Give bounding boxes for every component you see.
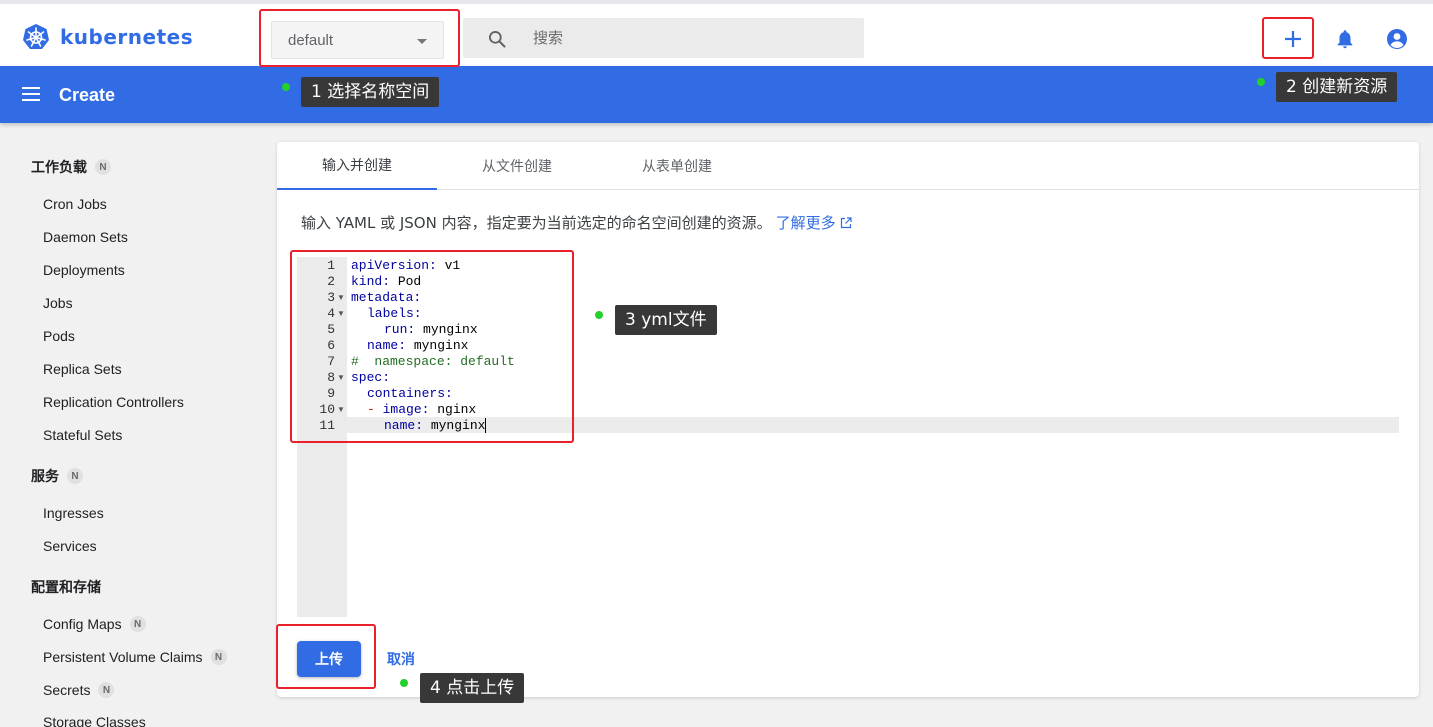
sidebar-item-replication-controllers[interactable]: Replication Controllers xyxy=(43,394,184,410)
search-icon xyxy=(489,31,506,48)
sidebar-category-workloads[interactable]: 工作负载 N xyxy=(31,157,111,177)
sidebar-item-label: Jobs xyxy=(43,295,73,311)
bell-icon xyxy=(1337,30,1353,49)
sidebar-item-services[interactable]: Services xyxy=(43,538,97,554)
sidebar-category-label: 服务 xyxy=(31,469,59,485)
sidebar-item-label: Deployments xyxy=(43,262,125,278)
description-text: 输入 YAML 或 JSON 内容，指定要为当前选定的命名空间创建的资源。 xyxy=(301,214,772,232)
learn-more-link[interactable]: 了解更多 xyxy=(776,212,836,233)
annotation-box-upload xyxy=(276,624,376,689)
annotation-dot xyxy=(282,83,290,91)
hamburger-menu-icon[interactable] xyxy=(22,87,40,101)
sidebar-item-label: Storage Classes xyxy=(43,714,146,727)
namespaced-badge: N xyxy=(67,468,83,484)
sidebar-item-stateful-sets[interactable]: Stateful Sets xyxy=(43,427,122,443)
notifications-button[interactable] xyxy=(1333,27,1357,51)
sidebar-item-deployments[interactable]: Deployments xyxy=(43,262,125,278)
namespaced-badge: N xyxy=(95,159,111,175)
sidebar-category-label: 工作负载 xyxy=(31,160,87,176)
annotation-box-create xyxy=(1262,17,1314,59)
tab-create-from-input[interactable]: 输入并创建 xyxy=(277,142,437,190)
account-button[interactable] xyxy=(1385,27,1409,51)
sidebar-item-label: Cron Jobs xyxy=(43,196,107,212)
sidebar-category-services[interactable]: 服务 N xyxy=(31,466,83,486)
namespaced-badge: N xyxy=(129,616,146,632)
sidebar: 工作负载 N Cron Jobs Daemon Sets Deployments… xyxy=(0,123,262,727)
namespaced-badge: N xyxy=(210,649,227,665)
sidebar-item-cron-jobs[interactable]: Cron Jobs xyxy=(43,196,107,212)
annotation-step-3: 3 yml文件 xyxy=(615,305,717,335)
page-title: Create xyxy=(59,85,116,105)
annotation-dot xyxy=(400,679,408,687)
search-box xyxy=(463,18,864,58)
sidebar-item-pods[interactable]: Pods xyxy=(43,328,75,344)
annotation-box-namespace xyxy=(259,9,460,67)
sidebar-item-label: Stateful Sets xyxy=(43,427,123,443)
sidebar-item-label: Config Maps xyxy=(43,616,122,632)
annotation-dot xyxy=(595,311,603,319)
tab-create-from-form[interactable]: 从表单创建 xyxy=(597,142,757,190)
annotation-step-4: 4 点击上传 xyxy=(420,673,525,703)
sidebar-item-label: Services xyxy=(43,538,97,554)
sidebar-item-config-maps[interactable]: Config Maps N xyxy=(43,616,146,632)
create-tabs: 输入并创建 从文件创建 从表单创建 xyxy=(277,142,1419,190)
annotation-box-yaml xyxy=(290,250,574,443)
sidebar-item-ingresses[interactable]: Ingresses xyxy=(43,505,104,521)
sidebar-item-label: Replica Sets xyxy=(43,361,122,377)
namespaced-badge: N xyxy=(98,682,115,698)
annotation-step-2: 2 创建新资源 xyxy=(1276,72,1398,102)
sidebar-item-storage-classes[interactable]: Storage Classes xyxy=(43,714,146,727)
sidebar-item-label: Ingresses xyxy=(43,505,104,521)
sidebar-item-label: Daemon Sets xyxy=(43,229,128,245)
sidebar-item-replica-sets[interactable]: Replica Sets xyxy=(43,361,122,377)
app-bar: Create xyxy=(0,66,1433,123)
logo[interactable]: kubernetes xyxy=(22,23,193,51)
search-input[interactable] xyxy=(533,18,853,58)
annotation-step-1: 1 选择名称空间 xyxy=(301,77,440,107)
sidebar-item-persistent-volume-claims[interactable]: Persistent Volume Claims N xyxy=(43,649,227,665)
annotation-dot xyxy=(1257,78,1265,86)
account-circle-icon xyxy=(1387,29,1407,49)
sidebar-item-label: Replication Controllers xyxy=(43,394,184,410)
cancel-button[interactable]: 取消 xyxy=(387,649,415,669)
sidebar-item-daemon-sets[interactable]: Daemon Sets xyxy=(43,229,128,245)
sidebar-item-label: Pods xyxy=(43,328,75,344)
logo-text: kubernetes xyxy=(60,25,194,49)
tab-create-from-file[interactable]: 从文件创建 xyxy=(437,142,597,190)
kubernetes-logo-icon xyxy=(23,24,49,49)
sidebar-item-label: Persistent Volume Claims xyxy=(43,649,203,665)
open-in-new-icon xyxy=(840,216,852,228)
sidebar-item-secrets[interactable]: Secrets N xyxy=(43,682,115,698)
sidebar-item-jobs[interactable]: Jobs xyxy=(43,295,73,311)
sidebar-item-label: Secrets xyxy=(43,682,91,698)
sidebar-category-config-storage[interactable]: 配置和存储 xyxy=(31,577,101,597)
description: 输入 YAML 或 JSON 内容，指定要为当前选定的命名空间创建的资源。 了解… xyxy=(301,212,852,233)
sidebar-category-label: 配置和存储 xyxy=(31,580,101,596)
top-bar: kubernetes default xyxy=(0,0,1433,66)
